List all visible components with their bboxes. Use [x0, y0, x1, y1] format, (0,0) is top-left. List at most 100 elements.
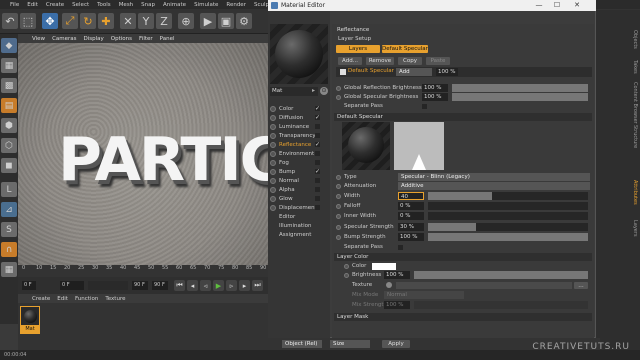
- play-icon[interactable]: ▶: [213, 280, 224, 291]
- texture-mode-icon[interactable]: ▩: [1, 78, 17, 93]
- channel-diffusion[interactable]: Diffusion ✓: [270, 113, 328, 122]
- channel-fog[interactable]: Fog: [270, 158, 328, 167]
- render-picture-icon[interactable]: ▣: [218, 13, 234, 29]
- mix-strength-value[interactable]: 100 %: [384, 301, 410, 309]
- z-axis-icon[interactable]: Z: [156, 13, 172, 29]
- menu-item[interactable]: File: [10, 2, 19, 8]
- close-icon[interactable]: ✕: [570, 0, 584, 11]
- keyframe-dot-icon[interactable]: [344, 273, 349, 278]
- channel-illumination[interactable]: Illumination: [270, 221, 328, 230]
- keyframe-dot-icon[interactable]: [344, 264, 349, 269]
- render-view-icon[interactable]: ▶: [200, 13, 216, 29]
- material-menu-item[interactable]: Texture: [105, 296, 125, 302]
- model-mode-icon[interactable]: ▦: [1, 58, 17, 73]
- copy-layer-button[interactable]: Copy: [398, 57, 422, 65]
- paste-layer-button[interactable]: Paste: [426, 57, 450, 65]
- tab-attributes[interactable]: Attributes: [628, 180, 638, 205]
- go-to-end-icon[interactable]: ⏭: [252, 280, 263, 291]
- keyframe-dot-icon[interactable]: [336, 86, 341, 91]
- channel-environment[interactable]: Environment: [270, 149, 328, 158]
- tab-content-browser[interactable]: Content Browser: [628, 82, 638, 124]
- options-icon[interactable]: ⊙: [320, 87, 328, 95]
- keyframe-dot-icon[interactable]: [336, 194, 341, 199]
- size-mode-select[interactable]: Size: [330, 340, 370, 348]
- layer-mode-select[interactable]: Add: [396, 68, 432, 76]
- material-menu-item[interactable]: Create: [32, 296, 50, 302]
- separate-pass-checkbox-2[interactable]: [398, 245, 403, 250]
- keyframe-dot-icon[interactable]: [336, 225, 341, 230]
- type-select[interactable]: Specular - Blinn (Legacy): [398, 173, 590, 181]
- live-select-icon[interactable]: ⬚: [20, 13, 36, 29]
- specular-strength-slider[interactable]: [428, 223, 588, 231]
- texture-browse-button[interactable]: …: [574, 282, 588, 289]
- global-reflection-slider[interactable]: [452, 84, 588, 92]
- magnet-icon[interactable]: ∩: [1, 242, 17, 257]
- remove-layer-button[interactable]: Remove: [366, 57, 394, 65]
- channel-checkbox[interactable]: [315, 196, 320, 201]
- viewport-menu-item[interactable]: Filter: [139, 36, 153, 42]
- axis-mode-icon[interactable]: ⊿: [1, 202, 17, 217]
- channel-checkbox[interactable]: [315, 205, 320, 210]
- channel-alpha[interactable]: Alpha: [270, 185, 328, 194]
- keyframe-dot-icon[interactable]: [336, 214, 341, 219]
- channel-checkbox[interactable]: ✓: [315, 115, 320, 121]
- tab-layers[interactable]: Layers: [336, 45, 380, 53]
- tab-default-specular[interactable]: Default Specular: [382, 45, 428, 53]
- material-menu-item[interactable]: Edit: [57, 296, 68, 302]
- next-key-icon[interactable]: ▸: [239, 280, 250, 291]
- menu-item[interactable]: Snap: [141, 2, 155, 8]
- channel-bump[interactable]: Bump ✓: [270, 167, 328, 176]
- channel-checkbox[interactable]: [315, 133, 320, 138]
- channel-checkbox[interactable]: ✓: [315, 169, 320, 175]
- current-frame-field[interactable]: 0 F: [60, 281, 84, 290]
- collapse-arrow-icon[interactable]: ▸: [312, 87, 319, 95]
- rotate-tool-icon[interactable]: ↻: [80, 13, 96, 29]
- channel-checkbox[interactable]: [315, 151, 320, 156]
- material-menu-item[interactable]: Function: [75, 296, 98, 302]
- keyframe-dot-icon[interactable]: [336, 175, 341, 180]
- timeline-ruler[interactable]: 0 10 15 20 25 30 35 40 45 50 55 60 65 70 75 80 85 90: [18, 265, 270, 277]
- layer-name[interactable]: Default Specular: [348, 68, 394, 74]
- falloff-value[interactable]: 0 %: [398, 202, 424, 210]
- layer-color-header[interactable]: Layer Color: [334, 253, 592, 261]
- inner-width-slider[interactable]: [428, 212, 588, 220]
- material-preview[interactable]: [270, 24, 328, 84]
- polygons-mode-icon[interactable]: ◼: [1, 158, 17, 173]
- falloff-slider[interactable]: [428, 202, 588, 210]
- next-frame-icon[interactable]: ▹: [226, 280, 237, 291]
- viewport-menu-item[interactable]: Display: [84, 36, 104, 42]
- texture-menu-icon[interactable]: [386, 282, 392, 288]
- bump-strength-slider[interactable]: [428, 233, 588, 241]
- tab-structure[interactable]: Structure: [628, 125, 638, 148]
- channel-luminance[interactable]: Luminance: [270, 122, 328, 131]
- channel-reflectance[interactable]: Reflectance ✓: [270, 140, 328, 149]
- menu-item[interactable]: Render: [226, 2, 246, 8]
- channel-glow[interactable]: Glow: [270, 194, 328, 203]
- go-to-start-icon[interactable]: ⏮: [174, 280, 185, 291]
- points-mode-icon[interactable]: ⬢: [1, 118, 17, 133]
- workplane-icon[interactable]: ▤: [1, 98, 17, 113]
- bump-strength-value[interactable]: 100 %: [398, 233, 424, 241]
- viewport[interactable]: PARTIC: [18, 43, 270, 265]
- edges-mode-icon[interactable]: ⬡: [1, 138, 17, 153]
- viewport-menu-item[interactable]: Options: [111, 36, 132, 42]
- layer-opacity-value[interactable]: 100 %: [436, 68, 458, 76]
- material-name-field[interactable]: Mat: [270, 87, 318, 96]
- global-specular-value[interactable]: 100 %: [422, 93, 448, 101]
- specular-strength-value[interactable]: 30 %: [398, 223, 424, 231]
- menu-item[interactable]: Edit: [27, 2, 38, 8]
- menu-item[interactable]: Mesh: [119, 2, 133, 8]
- previous-frame-icon[interactable]: ◃: [200, 280, 211, 291]
- last-tool-icon[interactable]: ✚: [98, 13, 114, 29]
- channel-color[interactable]: Color ✓: [270, 104, 328, 113]
- layer-mask-header[interactable]: Layer Mask: [334, 313, 592, 321]
- keyframe-dot-icon[interactable]: [336, 204, 341, 209]
- add-layer-button[interactable]: Add...: [338, 57, 362, 65]
- coordinate-mode-select[interactable]: Object (Rel): [282, 340, 322, 348]
- menu-item[interactable]: Animate: [163, 2, 186, 8]
- menu-item[interactable]: Select: [72, 2, 89, 8]
- channel-checkbox[interactable]: ✓: [315, 142, 320, 148]
- layer-visibility-icon[interactable]: [340, 69, 346, 75]
- inner-width-value[interactable]: 0 %: [398, 212, 424, 220]
- move-tool-icon[interactable]: ✥: [42, 13, 58, 29]
